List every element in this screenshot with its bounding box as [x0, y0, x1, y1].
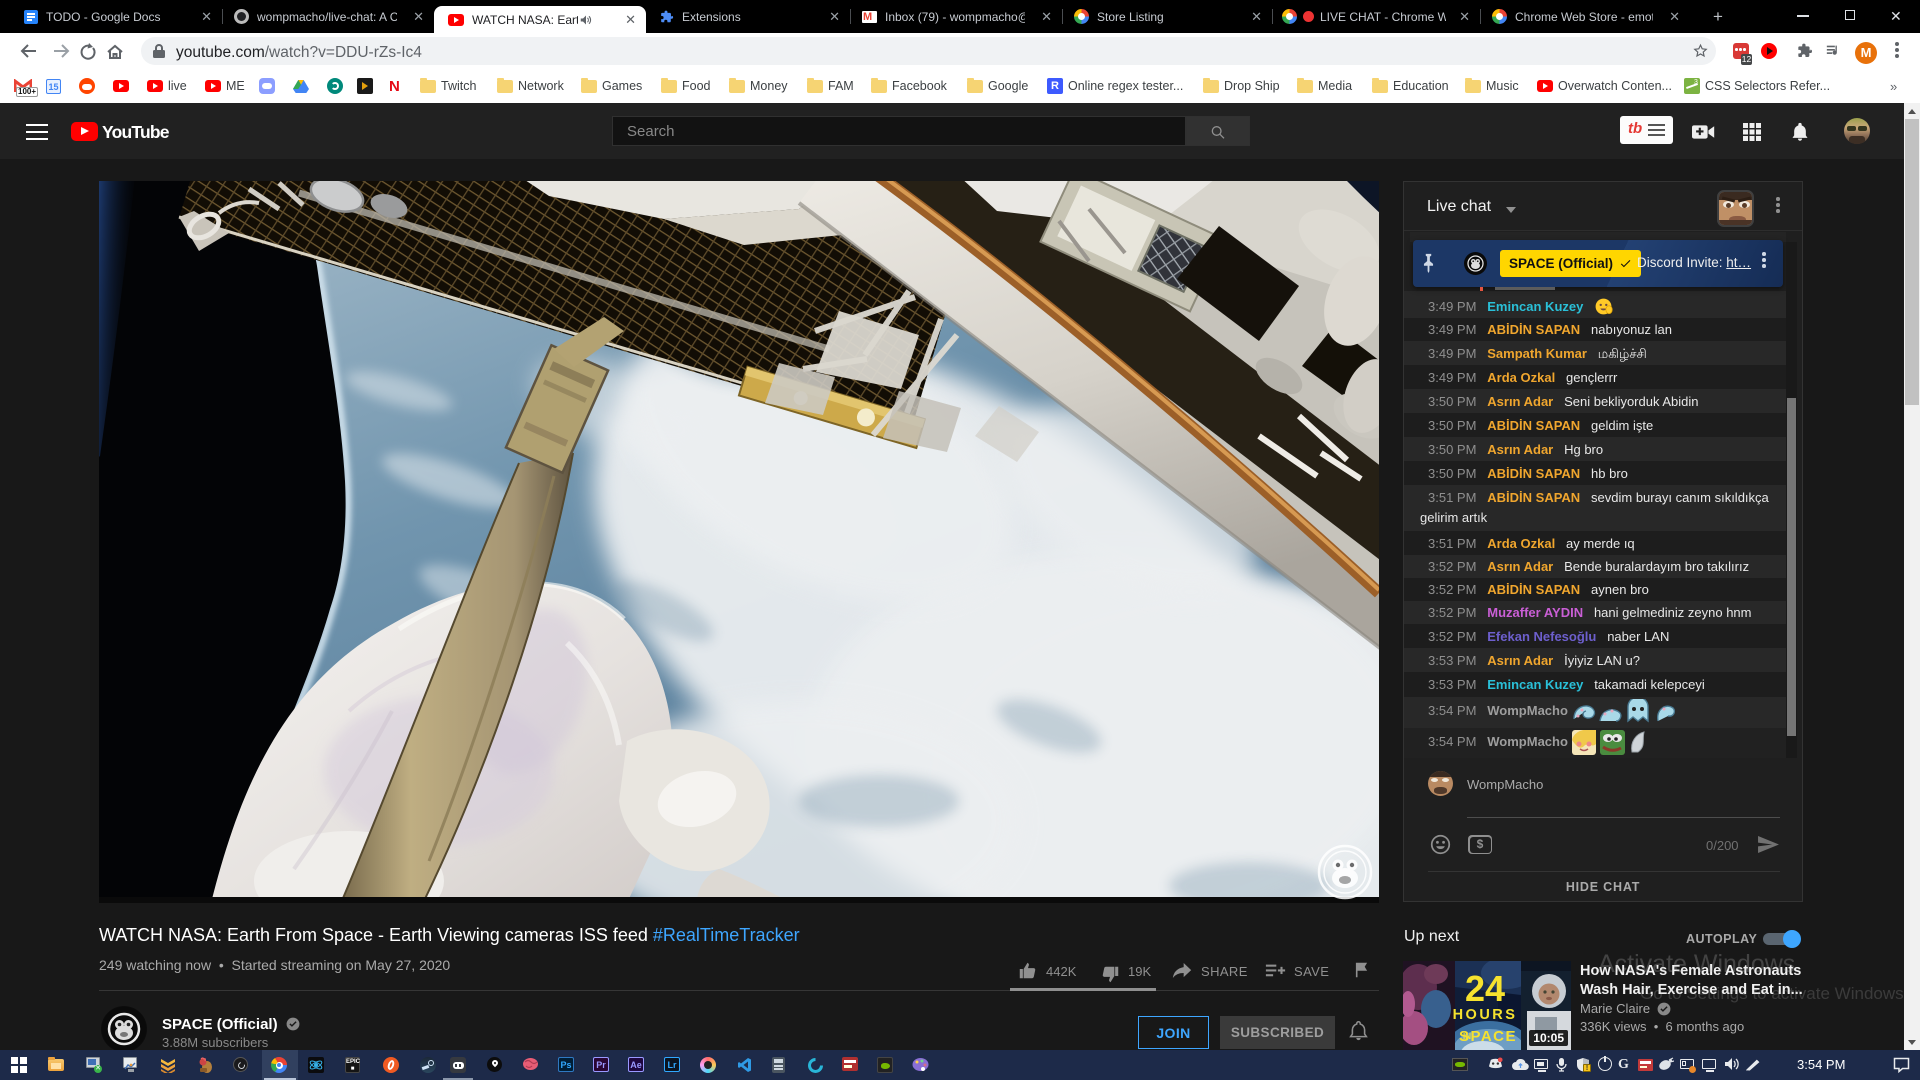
svg-text:24: 24 — [1465, 968, 1505, 1009]
svg-text:IN: IN — [1463, 1032, 1471, 1041]
svg-text:HOURS: HOURS — [1453, 1007, 1518, 1023]
